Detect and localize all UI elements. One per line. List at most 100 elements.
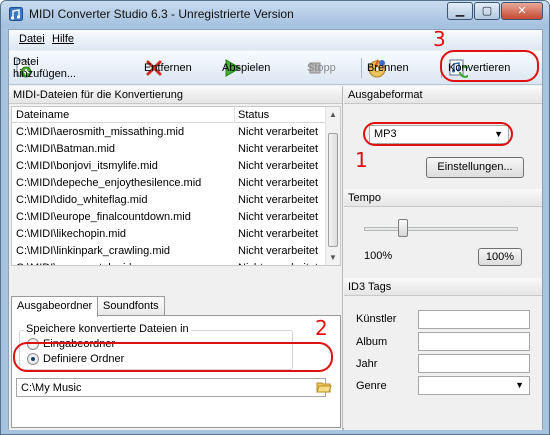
play-label: Abspielen xyxy=(222,62,271,74)
stop-button[interactable]: Stopp xyxy=(307,55,336,81)
table-row[interactable]: C:\MIDI\mymmortal.mid Nicht verarbeitet xyxy=(12,260,327,265)
row-filename: C:\MIDI\depeche_enjoythesilence.mid xyxy=(16,177,202,189)
row-status: Nicht verarbeitet xyxy=(238,143,319,155)
row-filename: C:\MIDI\Batman.mid xyxy=(16,143,116,155)
radio-defined-folder-circle[interactable] xyxy=(27,353,39,365)
output-format-value: MP3 xyxy=(374,128,397,140)
row-filename: C:\MIDI\likechopin.mid xyxy=(16,228,127,240)
genre-label: Genre xyxy=(356,380,387,392)
app-window: MIDI Converter Studio 6.3 - Unregistrier… xyxy=(0,0,550,435)
play-button[interactable]: Abspielen xyxy=(222,55,270,81)
tempo-value: 100% xyxy=(364,250,393,262)
menu-datei[interactable]: Datei xyxy=(19,33,45,45)
column-header-status[interactable]: Status xyxy=(238,109,269,121)
convert-label: Konvertieren xyxy=(448,62,511,74)
row-status: Nicht verarbeitet xyxy=(238,160,319,172)
row-filename: C:\MIDI\bonjovi_itsmylife.mid xyxy=(16,160,158,172)
table-row[interactable]: C:\MIDI\depeche_enjoythesilence.mid Nicht… xyxy=(12,175,327,192)
client-area: Datei Hilfe Datei hinzufügen... Entferne… xyxy=(8,29,543,430)
artist-label: Künstler xyxy=(356,313,397,325)
app-icon xyxy=(9,7,23,21)
row-filename: C:\MIDI\aerosmith_missathing.mid xyxy=(16,126,185,138)
row-filename: C:\MIDI\dido_whiteflag.mid xyxy=(16,194,148,206)
row-status: Nicht verarbeitet xyxy=(238,228,319,240)
row-status: Nicht verarbeitet xyxy=(238,211,319,223)
menu-bar: Datei Hilfe xyxy=(9,30,542,50)
settings-button[interactable]: Einstellungen... xyxy=(426,157,524,178)
artist-field[interactable] xyxy=(418,310,530,329)
row-filename: C:\MIDI\linkinpark_crawling.mid xyxy=(16,245,171,257)
row-filename: C:\MIDI\mymmortal.mid xyxy=(16,262,132,265)
year-field[interactable] xyxy=(418,354,530,373)
add-file-button[interactable]: Datei hinzufügen... xyxy=(13,55,76,81)
radio-defined-folder-label: Definiere Ordner xyxy=(43,353,125,365)
album-field[interactable] xyxy=(418,332,530,351)
list-header: Dateiname Status xyxy=(12,107,327,123)
row-status: Nicht verarbeitet xyxy=(238,262,318,265)
annotation-number-2: 2 xyxy=(315,316,328,340)
radio-input-folder-circle[interactable] xyxy=(27,338,39,350)
tempo-reset-button[interactable]: 100% xyxy=(478,248,522,266)
tab-soundfonts[interactable]: Soundfonts xyxy=(97,296,165,315)
stop-label: Stopp xyxy=(307,62,336,74)
files-panel: MIDI-Dateien für die Konvertierung Datei… xyxy=(9,86,343,430)
output-tabs: Ausgabeordner Soundfonts xyxy=(11,296,341,317)
chevron-down-icon: ▼ xyxy=(515,380,524,390)
output-format-select[interactable]: MP3 ▼ xyxy=(369,125,509,144)
files-panel-title: MIDI-Dateien für die Konvertierung xyxy=(9,86,342,104)
settings-panel: Ausgabeformat MP3 ▼ Einstellungen... Tem… xyxy=(344,86,542,430)
tempo-slider-thumb[interactable] xyxy=(397,219,408,237)
table-row[interactable]: C:\MIDI\linkinpark_crawling.mid Nicht ver… xyxy=(12,243,327,260)
output-folder-input[interactable] xyxy=(16,378,326,397)
radio-input-folder[interactable]: Eingabeordner xyxy=(27,338,115,350)
burn-button[interactable]: Brennen xyxy=(367,55,409,81)
table-row[interactable]: C:\MIDI\aerosmith_missathing.mid Nicht ve… xyxy=(12,124,327,141)
table-row[interactable]: C:\MIDI\bonjovi_itsmylife.mid Nicht verar… xyxy=(12,158,327,175)
radio-defined-folder[interactable]: Definiere Ordner xyxy=(27,353,124,365)
remove-button[interactable]: Entfernen xyxy=(144,55,192,81)
list-scrollbar[interactable]: ▲ ▼ xyxy=(325,107,340,265)
radio-input-folder-label: Eingabeordner xyxy=(43,338,116,350)
minimize-button[interactable]: ▁ xyxy=(447,2,473,20)
annotation-number-1: 1 xyxy=(355,148,368,172)
toolbar-separator xyxy=(361,58,362,78)
column-divider[interactable] xyxy=(234,107,235,123)
album-label: Album xyxy=(356,336,388,348)
toolbar: Datei hinzufügen... Entfernen Abspielen … xyxy=(9,51,542,85)
id3-tags-title: ID3 Tags xyxy=(344,278,542,296)
menu-hilfe[interactable]: Hilfe xyxy=(52,33,74,45)
column-header-filename[interactable]: Dateiname xyxy=(16,109,69,121)
save-location-label: Speichere konvertierte Dateien in xyxy=(24,323,191,335)
tab-output-folder[interactable]: Ausgabeordner xyxy=(11,296,99,317)
tempo-slider-track[interactable] xyxy=(364,227,518,231)
annotation-number-3: 3 xyxy=(433,27,446,51)
output-format-title: Ausgabeformat xyxy=(344,86,542,104)
add-file-label: Datei hinzufügen... xyxy=(13,56,76,80)
output-folder-pane: Speichere konvertierte Dateien in Eingab… xyxy=(11,315,341,428)
maximize-button[interactable]: ▢ xyxy=(474,2,500,20)
remove-label: Entfernen xyxy=(144,62,192,74)
tempo-title: Tempo xyxy=(344,189,542,207)
title-bar[interactable]: MIDI Converter Studio 6.3 - Unregistrier… xyxy=(1,1,549,27)
browse-folder-icon[interactable] xyxy=(316,379,332,395)
toolbar-separator xyxy=(441,58,442,78)
row-status: Nicht verarbeitet xyxy=(238,245,319,257)
chevron-down-icon: ▼ xyxy=(494,129,503,139)
close-button[interactable]: ✕ xyxy=(501,2,543,20)
table-row[interactable]: C:\MIDI\likechopin.mid Nicht verarbeitet xyxy=(12,226,327,243)
close-icon: ✕ xyxy=(517,5,527,17)
table-row[interactable]: C:\MIDI\dido_whiteflag.mid Nicht verarbei… xyxy=(12,192,327,209)
year-label: Jahr xyxy=(356,358,378,370)
row-filename: C:\MIDI\europe_finalcountdown.mid xyxy=(16,211,191,223)
scroll-up-arrow-icon[interactable]: ▲ xyxy=(326,107,340,122)
row-status: Nicht verarbeitet xyxy=(238,126,319,138)
scroll-thumb[interactable] xyxy=(328,133,338,247)
maximize-icon: ▢ xyxy=(481,5,493,17)
table-row[interactable]: C:\MIDI\Batman.mid Nicht verarbeitet xyxy=(12,141,327,158)
genre-select[interactable]: ▼ xyxy=(418,376,530,395)
file-list[interactable]: Dateiname Status C:\MIDI\aerosmith_missa… xyxy=(11,106,341,266)
scroll-down-arrow-icon[interactable]: ▼ xyxy=(326,250,340,265)
minimize-icon: ▁ xyxy=(455,5,465,17)
table-row[interactable]: C:\MIDI\europe_finalcountdown.mid Nicht v… xyxy=(12,209,327,226)
convert-button[interactable]: Konvertieren xyxy=(448,55,510,81)
